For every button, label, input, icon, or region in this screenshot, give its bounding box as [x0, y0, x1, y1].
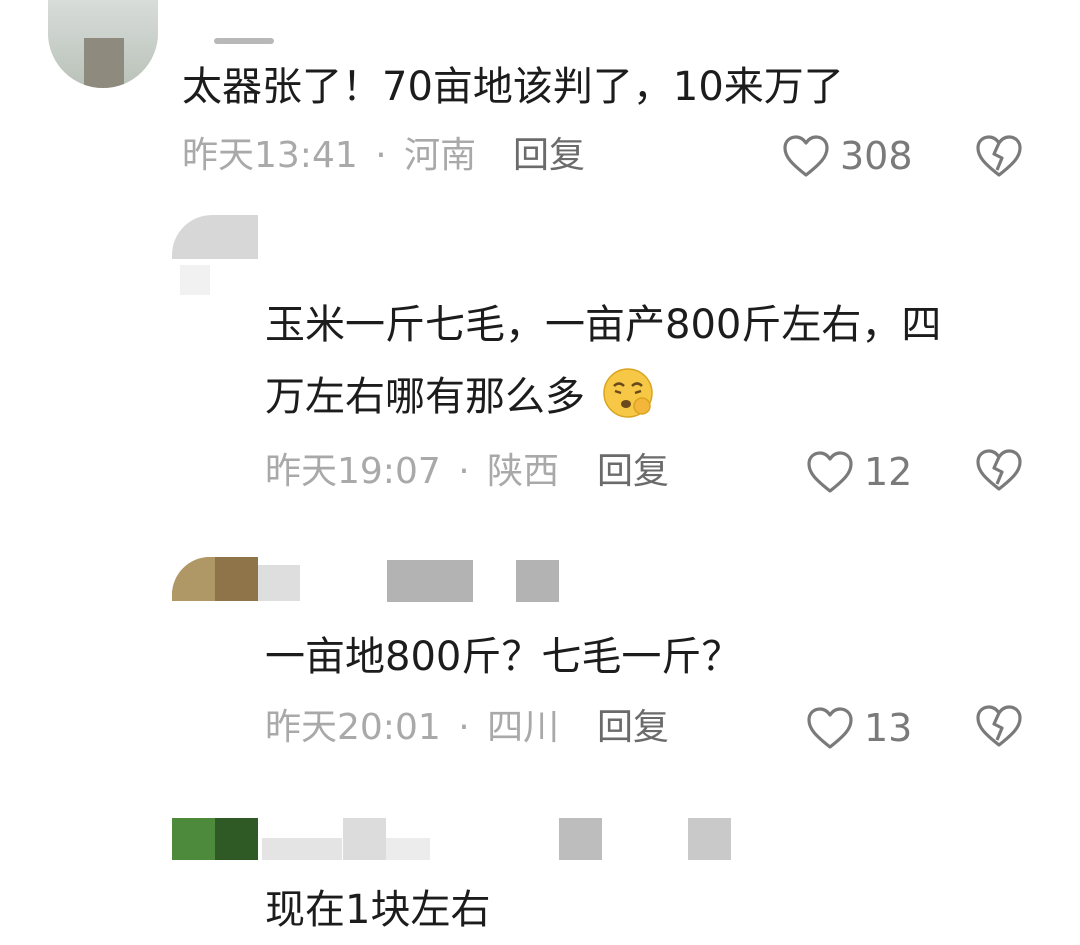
- meta-separator: ·: [375, 135, 387, 176]
- reply-button[interactable]: 回复: [597, 450, 669, 494]
- comment-location: 河南: [404, 135, 477, 176]
- broken-heart-icon[interactable]: [975, 448, 1023, 492]
- meta-separator: ·: [458, 451, 470, 492]
- comment-meta: 昨天19:07 · 陕西: [265, 450, 559, 494]
- heart-outline-icon: [782, 134, 830, 178]
- avatar[interactable]: [172, 215, 258, 259]
- badge-blurred[interactable]: [516, 560, 559, 602]
- comment-text: 太器张了！70亩地该判了，10来万了: [182, 64, 844, 110]
- comment-text: 一亩地800斤？七毛一斤？: [265, 634, 742, 680]
- comment-text-line-2-text: 万左右哪有那么多: [265, 374, 585, 420]
- comment-text-line-1: 玉米一斤七毛，一亩产800斤左右，四: [265, 302, 942, 348]
- like-button[interactable]: 308: [782, 132, 913, 180]
- username-blurred[interactable]: [180, 265, 210, 295]
- like-button[interactable]: 13: [806, 704, 916, 752]
- like-button[interactable]: 12: [806, 448, 916, 496]
- avatar[interactable]: [48, 0, 158, 88]
- comment-text-line-2: 万左右哪有那么多: [265, 362, 656, 432]
- username-blurred[interactable]: [387, 560, 473, 602]
- comment-text: 现在1块左右: [265, 887, 491, 933]
- username-blurred[interactable]: [386, 838, 430, 860]
- username-blurred[interactable]: [262, 838, 342, 860]
- comment-location: 四川: [487, 707, 560, 748]
- heart-outline-icon: [806, 706, 854, 750]
- reply-button[interactable]: 回复: [513, 134, 585, 178]
- emoji-sleepy-face-icon: [600, 366, 656, 420]
- like-count: 13: [864, 706, 913, 750]
- comment-meta: 昨天20:01 · 四川: [265, 706, 559, 750]
- username-blurred[interactable]: [343, 818, 386, 860]
- broken-heart-icon[interactable]: [975, 704, 1023, 748]
- comment-time: 昨天20:01: [265, 707, 441, 748]
- comment-location: 陕西: [487, 451, 560, 492]
- badge-blurred[interactable]: [559, 818, 602, 860]
- like-count: 308: [840, 134, 913, 178]
- username-blurred[interactable]: [214, 38, 274, 44]
- avatar[interactable]: [172, 818, 258, 860]
- avatar[interactable]: [172, 557, 258, 601]
- reply-button[interactable]: 回复: [597, 706, 669, 750]
- comment-time: 昨天19:07: [265, 451, 441, 492]
- badge-blurred[interactable]: [688, 818, 731, 860]
- meta-separator: ·: [458, 707, 470, 748]
- username-blurred[interactable]: [258, 565, 300, 601]
- comment-meta: 昨天13:41 · 河南: [182, 134, 476, 178]
- heart-outline-icon: [806, 450, 854, 494]
- broken-heart-icon[interactable]: [975, 134, 1023, 178]
- like-count: 12: [864, 450, 913, 494]
- comment-time: 昨天13:41: [182, 135, 358, 176]
